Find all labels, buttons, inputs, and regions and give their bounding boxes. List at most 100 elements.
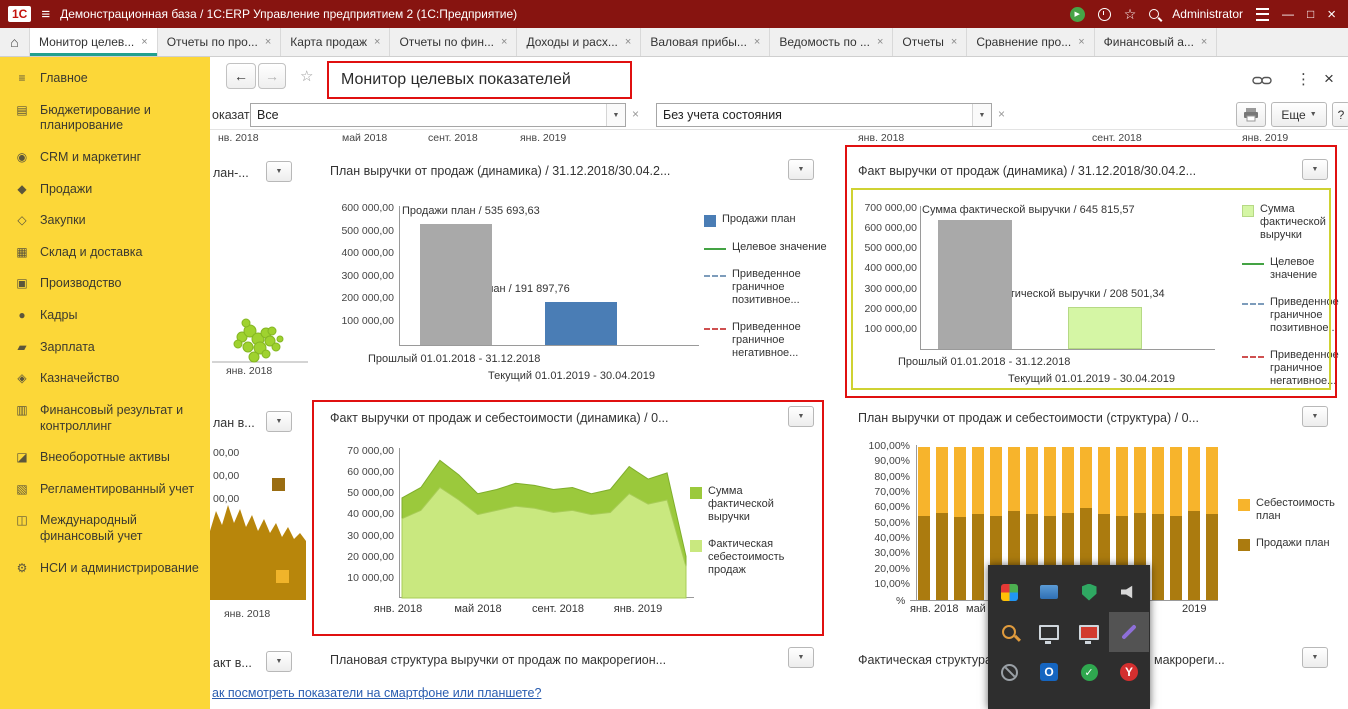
state-filter-field[interactable]: Без учета состояния ▼ [656, 103, 992, 127]
search-tool-icon[interactable] [989, 612, 1029, 652]
favorite-star-icon[interactable]: ☆ [300, 67, 313, 85]
tab-9[interactable]: Сравнение про...× [967, 28, 1094, 56]
more-menu-icon[interactable]: ⋮ [1296, 70, 1311, 88]
sidebar-item-13[interactable]: ▧Регламентированный учет [0, 474, 210, 506]
sidebar-item-9[interactable]: ▰Зарплата [0, 332, 210, 364]
tab-8[interactable]: Отчеты× [893, 28, 967, 56]
tab-close-icon[interactable]: × [265, 36, 271, 48]
tab-close-icon[interactable]: × [141, 36, 147, 48]
close-window-button[interactable]: × [1327, 6, 1336, 23]
tab-close-icon[interactable]: × [625, 36, 631, 48]
chart-bar-сумма-фактической-выручки[interactable] [938, 220, 1012, 349]
chart-bar-продажи-план[interactable] [420, 224, 492, 345]
stacked-bar[interactable] [936, 447, 948, 600]
tab-4[interactable]: Отчеты по фин...× [390, 28, 517, 56]
indicators-filter-field[interactable]: Все ▼ [250, 103, 626, 127]
indicators-filter-clear-icon[interactable]: × [632, 107, 639, 121]
main-menu-icon[interactable]: ≡ [41, 6, 50, 23]
forward-button[interactable]: → [258, 63, 286, 89]
yandex-icon[interactable]: Y [1109, 652, 1149, 692]
pen-tool-icon[interactable] [1109, 612, 1149, 652]
tab-close-icon[interactable]: × [374, 36, 380, 48]
tab-1[interactable]: Монитор целев...× [30, 28, 158, 56]
fact-dynamics-dropdown[interactable]: ▼ [1302, 159, 1328, 180]
tab-7[interactable]: Ведомость по ...× [770, 28, 893, 56]
close-form-icon[interactable]: × [1324, 69, 1334, 89]
tab-close-icon[interactable]: × [754, 36, 760, 48]
accounting-icon: ▧ [14, 482, 30, 497]
minimize-button[interactable]: — [1282, 7, 1294, 21]
sidebar-item-14[interactable]: ◫Международный финансовый учет [0, 505, 210, 552]
clipped-chart-dropdown[interactable]: ▼ [266, 161, 292, 182]
tab-close-icon[interactable]: × [1201, 36, 1207, 48]
fact-macro-dropdown[interactable]: ▼ [1302, 647, 1328, 668]
remote-desktop-icon[interactable] [1069, 612, 1109, 652]
state-filter-clear-icon[interactable]: × [998, 107, 1005, 121]
stacked-bar[interactable] [1170, 447, 1182, 600]
maximize-button[interactable]: □ [1307, 7, 1314, 21]
get-link-icon[interactable] [1252, 75, 1272, 86]
mail-app-icon[interactable]: O [1029, 652, 1069, 692]
sidebar-item-11[interactable]: ▥Финансовый результат и контроллинг [0, 395, 210, 442]
tab-5[interactable]: Доходы и расх...× [517, 28, 641, 56]
monitor-icon[interactable] [1029, 612, 1069, 652]
help-button[interactable]: ? [1332, 102, 1348, 127]
tab-close-icon[interactable]: × [877, 36, 883, 48]
screen-recorder-icon[interactable] [989, 572, 1029, 612]
fact-area-dropdown[interactable]: ▼ [788, 406, 814, 427]
history-icon[interactable] [1098, 8, 1111, 21]
plan-structure-dropdown[interactable]: ▼ [1302, 406, 1328, 427]
favorites-icon[interactable]: ☆ [1124, 6, 1137, 23]
stacked-bar[interactable] [954, 447, 966, 600]
sidebar-item-4[interactable]: ◆Продажи [0, 174, 210, 206]
sidebar-item-8[interactable]: ●Кадры [0, 300, 210, 332]
clipped-chart-dropdown[interactable]: ▼ [266, 651, 292, 672]
tab-10[interactable]: Финансовый а...× [1095, 28, 1218, 56]
tab-close-icon[interactable]: × [501, 36, 507, 48]
sidebar-item-10[interactable]: ◈Казначейство [0, 363, 210, 395]
more-button[interactable]: Еще ▼ [1271, 102, 1327, 127]
print-button[interactable] [1236, 102, 1266, 127]
stacked-bar[interactable] [1206, 447, 1218, 600]
clipped-chart-dropdown[interactable]: ▼ [266, 411, 292, 432]
smartphone-help-link[interactable]: ак посмотреть показатели на смартфоне ил… [212, 686, 541, 700]
sidebar-item-3[interactable]: ◉CRM и маркетинг [0, 142, 210, 174]
stacked-bar[interactable] [1152, 447, 1164, 600]
discussions-icon[interactable]: ▶ [1070, 7, 1085, 22]
sidebar-item-2[interactable]: ▤Бюджетирование и планирование [0, 95, 210, 142]
indicators-filter-dropdown-icon[interactable]: ▼ [606, 104, 625, 126]
service-menu-icon[interactable] [1256, 8, 1269, 21]
chart-bar-сумма-фактической-выручки[interactable] [1068, 307, 1142, 349]
sidebar-item-5[interactable]: ◇Закупки [0, 205, 210, 237]
stacked-bar[interactable] [972, 447, 984, 600]
back-button[interactable]: ← [226, 63, 256, 89]
home-tab[interactable]: ⌂ [0, 28, 30, 56]
plan-macro-dropdown[interactable]: ▼ [788, 647, 814, 668]
sidebar-item-7[interactable]: ▣Производство [0, 268, 210, 300]
stacked-bar[interactable] [1188, 447, 1200, 600]
hidden-icons-icon[interactable] [989, 652, 1029, 692]
display-app-icon[interactable] [1029, 572, 1069, 612]
stacked-bar[interactable] [918, 447, 930, 600]
chart-bar-продажи-план[interactable] [545, 302, 617, 345]
sidebar-item-12[interactable]: ◪Внеоборотные активы [0, 442, 210, 474]
tab-close-icon[interactable]: × [1078, 36, 1084, 48]
volume-icon[interactable] [1109, 572, 1149, 612]
search-icon[interactable] [1149, 9, 1159, 19]
fact-area-chart[interactable] [400, 449, 688, 599]
state-filter-dropdown-icon[interactable]: ▼ [972, 104, 991, 126]
update-ok-icon[interactable]: ✓ [1069, 652, 1109, 692]
sidebar-item-6[interactable]: ▦Склад и доставка [0, 237, 210, 269]
clipped-scatter-chart[interactable] [212, 275, 308, 365]
sidebar-item-15[interactable]: ⚙НСИ и администрирование [0, 553, 210, 585]
clipped-area-chart[interactable] [210, 497, 306, 602]
tab-2[interactable]: Отчеты по про...× [158, 28, 282, 56]
sidebar-item-1[interactable]: ≡Главное [0, 63, 210, 95]
tab-3[interactable]: Карта продаж× [281, 28, 390, 56]
plan-dynamics-dropdown[interactable]: ▼ [788, 159, 814, 180]
fact-dynamics-yaxis [920, 206, 921, 349]
tab-close-icon[interactable]: × [951, 36, 957, 48]
tab-6[interactable]: Валовая прибы...× [641, 28, 770, 56]
stacked-segment-cost [954, 447, 966, 517]
antivirus-shield-icon[interactable] [1069, 572, 1109, 612]
